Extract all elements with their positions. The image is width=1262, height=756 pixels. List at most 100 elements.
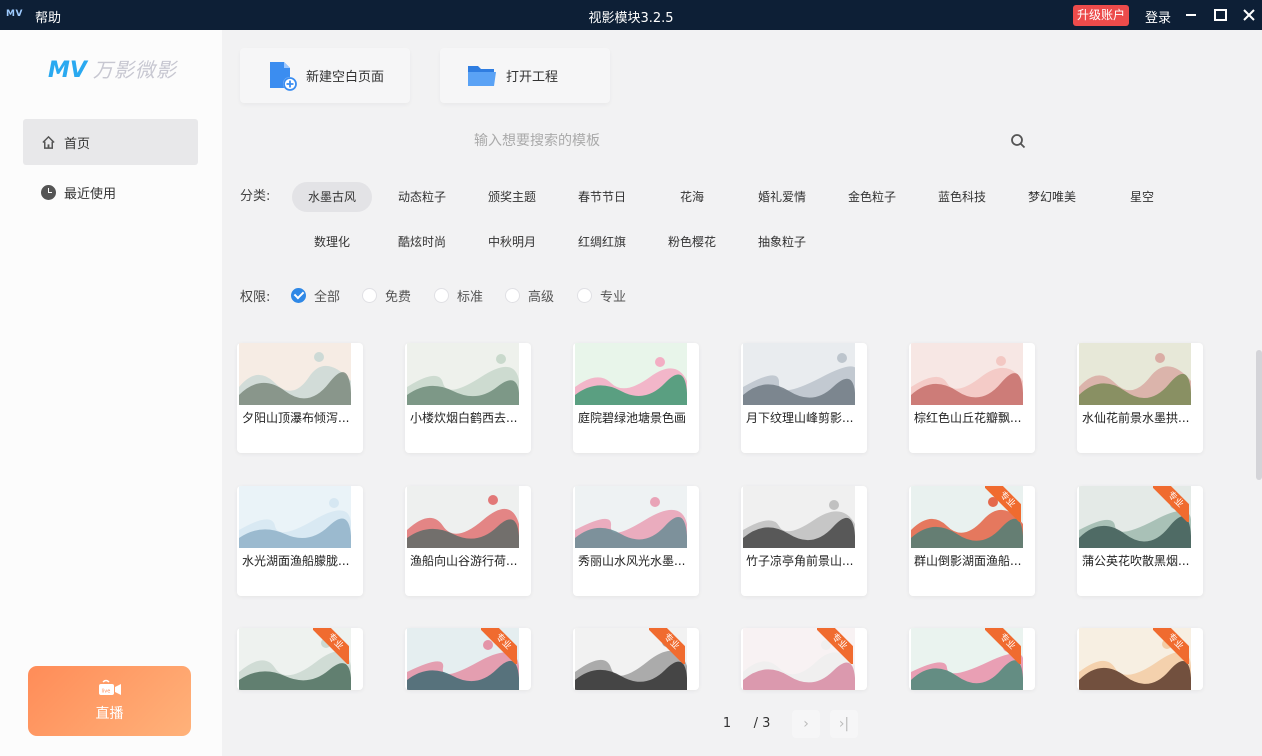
template-thumbnail [911, 343, 1023, 405]
template-thumbnail [1079, 343, 1191, 405]
login-button[interactable]: 登录 [1145, 7, 1171, 26]
upgrade-account-button[interactable]: 升级账户 [1073, 5, 1129, 26]
template-card[interactable]: 夕阳山顶瀑布倾泻... [237, 343, 363, 453]
clock-icon [40, 184, 56, 200]
template-search [452, 122, 1032, 160]
pro-badge-label: 专业 [817, 628, 853, 664]
template-title: 秀丽山水风光水墨... [578, 554, 686, 568]
template-card[interactable]: 竹子凉亭角前景山... [741, 486, 867, 596]
template-thumbnail [743, 343, 855, 405]
category-chip[interactable]: 蓝色科技 [922, 182, 1002, 212]
template-card[interactable]: 专业 [1077, 628, 1203, 690]
template-thumbnail [239, 486, 351, 548]
new-blank-page-button[interactable]: 新建空白页面 [240, 48, 410, 103]
category-chip[interactable]: 粉色樱花 [652, 227, 732, 257]
category-chip[interactable]: 星空 [1102, 182, 1182, 212]
template-card[interactable]: 月下纹理山峰剪影... [741, 343, 867, 453]
permission-label-text: 专业 [600, 290, 627, 305]
last-page-button[interactable]: ›| [830, 710, 858, 738]
template-card[interactable]: 专业 群山倒影湖面渔船... [909, 486, 1035, 596]
category-chip[interactable]: 酷炫时尚 [382, 227, 462, 257]
template-card[interactable]: 庭院碧绿池塘景色画 [573, 343, 699, 453]
template-thumbnail [407, 486, 519, 548]
template-card[interactable]: 水仙花前景水墨拱... [1077, 343, 1203, 453]
maximize-icon[interactable] [1211, 6, 1229, 24]
brand-logo: MV 万影微影 [48, 54, 177, 83]
search-icon[interactable] [1010, 133, 1026, 149]
template-card[interactable]: 小楼炊烟白鹤西去... [405, 343, 531, 453]
category-chip[interactable]: 水墨古风 [292, 182, 372, 212]
open-project-button[interactable]: 打开工程 [440, 48, 610, 103]
radio-circle-icon [505, 288, 520, 303]
template-thumbnail [407, 343, 519, 405]
app-icon: MV [6, 9, 23, 19]
permission-radio[interactable]: 高级 [505, 286, 554, 305]
new-document-icon [270, 61, 297, 91]
template-card[interactable]: 渔船向山谷游行荷... [405, 486, 531, 596]
category-chip[interactable]: 抽象粒子 [742, 227, 822, 257]
template-card[interactable]: 秀丽山水风光水墨... [573, 486, 699, 596]
permission-radio[interactable]: 专业 [577, 286, 626, 305]
category-chip[interactable]: 数理化 [292, 227, 372, 257]
open-project-label: 打开工程 [506, 70, 559, 85]
template-card[interactable]: 专业 [237, 628, 363, 690]
template-title: 竹子凉亭角前景山... [746, 554, 854, 568]
template-title: 群山倒影湖面渔船... [914, 554, 1022, 568]
pro-badge: 专业 [1153, 486, 1189, 522]
template-thumbnail [575, 486, 687, 548]
checkbox-checked-icon [291, 288, 306, 303]
category-chip[interactable]: 花海 [652, 182, 732, 212]
template-card[interactable]: 专业 [405, 628, 531, 690]
pro-badge-label: 专业 [985, 628, 1021, 664]
template-title: 水光湖面渔船朦胧... [242, 554, 350, 568]
search-input[interactable] [474, 133, 994, 149]
help-menu[interactable]: 帮助 [35, 7, 61, 26]
pro-badge-label: 专业 [1153, 628, 1189, 664]
pro-badge: 专业 [1153, 628, 1189, 664]
pro-badge-label: 专业 [481, 628, 517, 664]
template-thumbnail [743, 486, 855, 548]
scrollbar[interactable] [1256, 350, 1262, 480]
minimize-icon[interactable] [1182, 6, 1200, 24]
category-chip[interactable]: 动态粒子 [382, 182, 462, 212]
sidebar-item-home[interactable]: 首页 [23, 119, 198, 165]
pro-badge: 专业 [313, 628, 349, 664]
template-title: 月下纹理山峰剪影... [746, 411, 854, 425]
category-chip[interactable]: 中秋明月 [472, 227, 552, 257]
template-card[interactable]: 专业 [573, 628, 699, 690]
new-blank-page-label: 新建空白页面 [306, 70, 385, 85]
permission-label-text: 高级 [528, 290, 555, 305]
pro-badge: 专业 [649, 628, 685, 664]
live-label: 直播 [95, 706, 124, 722]
template-title: 水仙花前景水墨拱... [1082, 411, 1190, 425]
sidebar-item-recent[interactable]: 最近使用 [23, 169, 198, 215]
template-card[interactable]: 专业 [909, 628, 1035, 690]
category-chip[interactable]: 红绸红旗 [562, 227, 642, 257]
pro-badge-label: 专业 [313, 628, 349, 664]
category-chip[interactable]: 婚礼爱情 [742, 182, 822, 212]
template-card[interactable]: 专业 蒲公英花吹散黑烟... [1077, 486, 1203, 596]
template-title: 渔船向山谷游行荷... [410, 554, 518, 568]
category-chip[interactable]: 梦幻唯美 [1012, 182, 1092, 212]
sidebar: MV 万影微影 首页 最近使用 live 直播 [0, 30, 222, 756]
live-button[interactable]: live 直播 [28, 666, 191, 736]
permission-label: 权限: [240, 290, 271, 305]
current-page[interactable]: 1 [712, 711, 742, 737]
live-camera-icon: live [98, 679, 121, 695]
template-card[interactable]: 专业 [741, 628, 867, 690]
permission-radio[interactable]: 全部 [291, 286, 340, 305]
template-card[interactable]: 水光湖面渔船朦胧... [237, 486, 363, 596]
folder-icon [468, 65, 496, 86]
permission-radio[interactable]: 标准 [434, 286, 483, 305]
category-chip[interactable]: 金色粒子 [832, 182, 912, 212]
pro-badge: 专业 [985, 628, 1021, 664]
category-chip[interactable]: 春节节日 [562, 182, 642, 212]
pagination: 1 / 3 › ›| [712, 710, 858, 738]
template-card[interactable]: 棕红色山丘花瓣飘... [909, 343, 1035, 453]
next-page-button[interactable]: › [792, 710, 820, 738]
category-chip[interactable]: 颁奖主题 [472, 182, 552, 212]
sidebar-item-label: 首页 [64, 136, 91, 152]
template-title: 小楼炊烟白鹤西去... [410, 411, 518, 425]
close-icon[interactable] [1240, 6, 1258, 24]
permission-radio[interactable]: 免费 [362, 286, 411, 305]
